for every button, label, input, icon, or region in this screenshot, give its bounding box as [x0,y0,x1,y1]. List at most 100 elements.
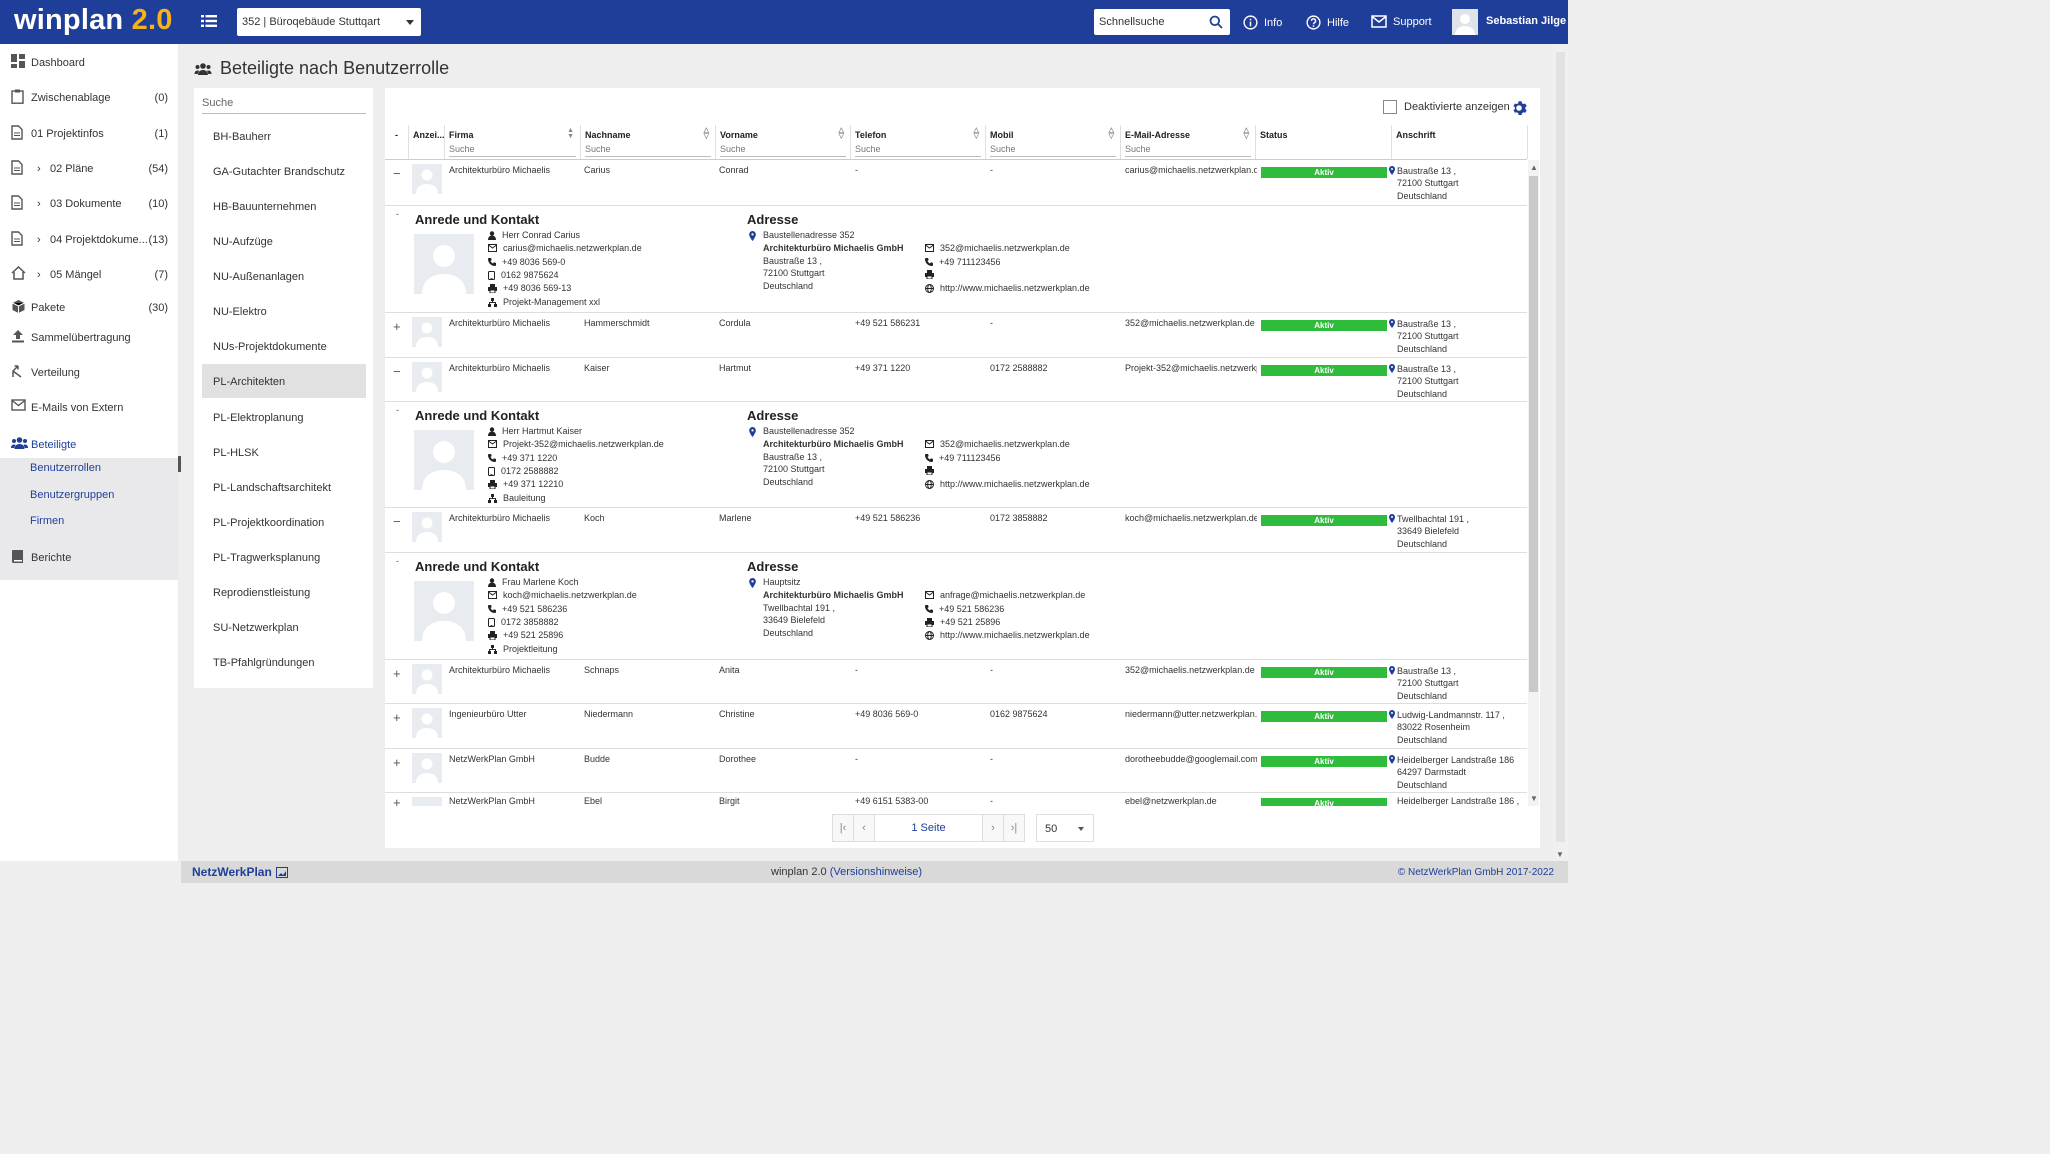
role-item[interactable]: PL-Tragwerksplanung [202,540,366,574]
role-item[interactable]: PL-HLSK [202,435,366,469]
role-item[interactable]: PL-Elektroplanung [202,400,366,434]
role-item[interactable]: NUs-Projektdokumente [202,329,366,363]
collapse-toggle[interactable]: − [393,514,401,529]
sidebar-sub-benutzergruppen[interactable]: Benutzergruppen [30,489,114,501]
help-link[interactable]: Hilfe [1306,15,1349,30]
prev-page-button[interactable]: ‹ [853,814,875,842]
user-avatar[interactable] [1452,9,1478,35]
expand-toggle[interactable]: + [393,710,401,725]
chevron-right-icon[interactable]: › [37,163,41,175]
cell-email[interactable]: 352@michaelis.netzwerkplan.de [1125,318,1257,328]
project-select[interactable]: 352 | Büroqebäude Stuttqart [237,8,421,36]
table-row[interactable]: − Architekturbüro Michaelis Kaiser Hartm… [385,358,1527,402]
column-header-vorname[interactable]: Vorname △ ▽ Suche [716,125,851,159]
cell-email[interactable]: dorotheebudde@googlemail.com [1125,754,1257,764]
table-scrollbar[interactable]: ▲ ▼ [1528,160,1539,806]
sidebar-item-projektdokumente[interactable]: › 04 Projektdokume... (13) [0,224,178,252]
user-name[interactable]: Sebastian Jilge [1486,15,1566,27]
sidebar-item-projektinfos[interactable]: 01 Projektinfos (1) [0,118,178,146]
show-deactivated-checkbox[interactable] [1383,100,1397,114]
chevron-right-icon[interactable]: › [37,198,41,210]
menu-icon[interactable] [201,14,217,28]
page-size-select[interactable]: 50 [1036,814,1094,842]
chevron-right-icon[interactable]: › [37,234,41,246]
cell-email[interactable]: niedermann@utter.netzwerkplan.de [1125,709,1257,719]
role-item[interactable]: SU-Netzwerkplan [202,610,366,644]
show-deactivated-toggle[interactable]: Deaktivierte anzeigen [1383,100,1510,114]
column-header-anschrift[interactable]: Anschrift [1392,125,1528,159]
sidebar-item-dokumente[interactable]: › 03 Dokumente (10) [0,188,178,216]
column-filter-telefon[interactable]: Suche [855,144,981,157]
page-scrollbar[interactable]: ▼ [1553,44,1568,861]
sort-icon[interactable]: △ ▽ [1244,127,1249,140]
expand-toggle[interactable]: + [393,666,401,681]
chevron-right-icon[interactable]: › [37,269,41,281]
scrollbar-thumb[interactable] [1529,176,1538,692]
first-page-button[interactable]: |‹ [832,814,854,842]
column-header-firma[interactable]: Firma ▲ ▼ Suche [445,125,581,159]
sidebar-sub-benutzerrollen[interactable]: Benutzerrollen [30,462,101,474]
sidebar-item-beteiligte[interactable]: Beteiligte [0,429,178,457]
support-link[interactable]: Support [1371,15,1432,28]
role-item[interactable]: NU-Außenanlagen [202,259,366,293]
company-website[interactable]: http://www.michaelis.netzwerkplan.de [925,630,1090,640]
column-header-email[interactable]: E-Mail-Adresse △ ▽ Suche [1121,125,1256,159]
column-header-telefon[interactable]: Telefon △ ▽ Suche [851,125,986,159]
scroll-down-icon[interactable]: ▼ [1530,794,1538,803]
app-logo[interactable]: winplan 2.0 [14,4,173,37]
sort-icon[interactable]: △ ▽ [974,127,979,140]
role-item[interactable]: BH-Bauherr [202,119,366,153]
scroll-up-icon[interactable]: ▲ [1530,163,1538,172]
next-page-button[interactable]: › [982,814,1004,842]
company-website[interactable]: http://www.michaelis.netzwerkplan.de [925,479,1090,489]
detail-email[interactable]: carius@michaelis.netzwerkplan.de [488,243,642,253]
table-row[interactable]: + NetzWerkPlan GmbH Budde Dorothee - - d… [385,749,1527,793]
cell-email[interactable]: Projekt-352@michaelis.netzwerkplan.de [1125,363,1257,373]
column-filter-email[interactable]: Suche [1125,144,1251,157]
page-scrollbar-thumb[interactable] [1556,52,1565,842]
sort-icon[interactable]: ▲ ▼ [567,127,574,140]
sort-icon[interactable]: △ ▽ [839,127,844,140]
column-header-expand[interactable]: - [385,125,409,159]
table-row[interactable]: − Architekturbüro Michaelis Carius Conra… [385,160,1527,206]
version-notes-link[interactable]: (Versionshinweise) [830,866,922,878]
company-email[interactable]: 352@michaelis.netzwerkplan.de [925,439,1070,449]
sort-icon[interactable]: △ ▽ [1109,127,1114,140]
table-row[interactable]: + Ingenieurbüro Utter Niedermann Christi… [385,704,1527,749]
role-item[interactable]: NU-Aufzüge [202,224,366,258]
table-row[interactable]: + Architekturbüro Michaelis Hammerschmid… [385,313,1527,358]
collapse-toggle[interactable]: − [393,364,401,379]
scroll-down-icon[interactable]: ▼ [1556,850,1564,859]
sidebar-item-pakete[interactable]: Pakete (30) [0,292,178,320]
role-item[interactable]: PL-Landschaftsarchitekt [202,470,366,504]
sidebar-item-verteilung[interactable]: Verteilung [0,357,178,385]
sidebar-item-berichte[interactable]: Berichte [0,542,178,570]
sidebar-item-maengel[interactable]: › 05 Mängel (7) [0,259,178,287]
role-item[interactable]: NU-Elektro [202,294,366,328]
sidebar-item-emails-extern[interactable]: E-Mails von Extern [0,392,178,420]
company-website[interactable]: http://www.michaelis.netzwerkplan.de [925,283,1090,293]
roles-search-input[interactable]: Suche [202,97,366,114]
sidebar-item-clipboard[interactable]: Zwischenablage (0) [0,82,178,110]
expand-toggle[interactable]: + [393,755,401,770]
collapse-toggle[interactable]: − [393,166,401,181]
sidebar-item-sammeluebertragung[interactable]: Sammelübertragung [0,322,178,350]
sidebar-item-dashboard[interactable]: Dashboard [0,47,178,75]
role-item[interactable]: HB-Bauunternehmen [202,189,366,223]
table-row[interactable]: − Architekturbüro Michaelis Koch Marlene… [385,508,1527,553]
role-item-selected[interactable]: PL-Architekten [202,364,366,398]
expand-toggle[interactable]: + [393,795,401,806]
table-row[interactable]: + NetzWerkPlan GmbH Ebel Birgit +49 6151… [385,793,1527,806]
search-icon[interactable] [1209,15,1223,29]
role-item[interactable]: Reprodienstleistung [202,575,366,609]
column-filter-nachname[interactable]: Suche [585,144,711,157]
company-email[interactable]: 352@michaelis.netzwerkplan.de [925,243,1070,253]
quick-search-input[interactable]: Schnellsuche [1094,9,1230,35]
company-email[interactable]: anfrage@michaelis.netzwerkplan.de [925,590,1085,600]
column-header-nachname[interactable]: Nachname △ ▽ Suche [581,125,716,159]
expand-toggle[interactable]: + [393,319,401,334]
cell-email[interactable]: ebel@netzwerkplan.de [1125,796,1257,806]
column-header-mobil[interactable]: Mobil △ ▽ Suche [986,125,1121,159]
column-filter-vorname[interactable]: Suche [720,144,846,157]
sidebar-sub-firmen[interactable]: Firmen [30,515,64,527]
